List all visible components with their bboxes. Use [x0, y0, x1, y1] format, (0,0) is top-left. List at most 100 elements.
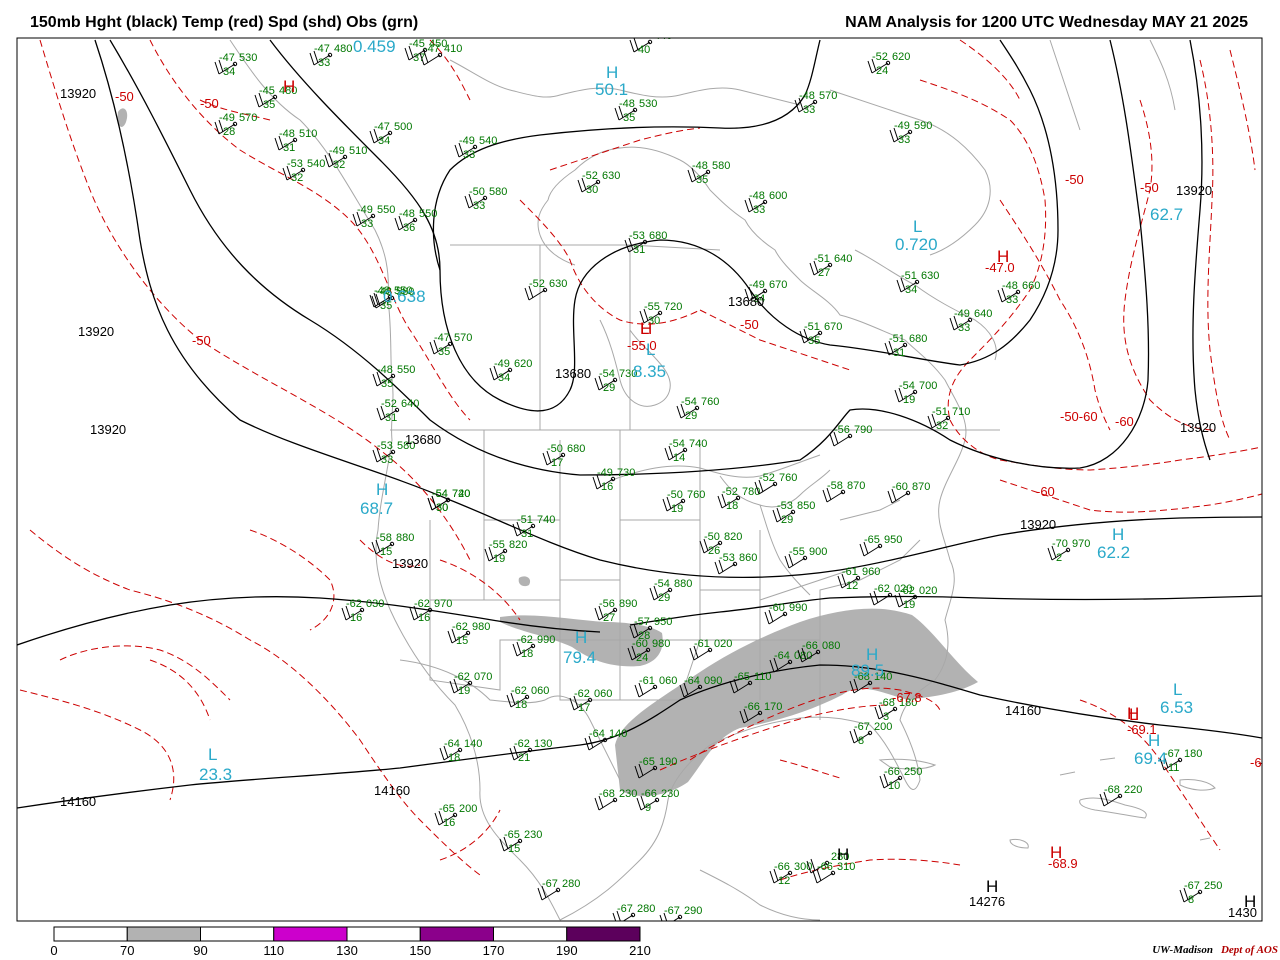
- station-plot: -48 600 33: [744, 190, 787, 216]
- station-temp: -62: [454, 671, 470, 683]
- station-temp: -48: [399, 208, 415, 220]
- center-marker-h: H: [376, 480, 388, 499]
- station-height: 440: [654, 30, 672, 42]
- station-dewpoint: 33: [958, 322, 970, 334]
- station-height: 860: [739, 552, 757, 564]
- station-plot: -55 900: [784, 546, 827, 569]
- station-temp: -49: [219, 112, 235, 124]
- station-plot: -65 230 15: [499, 829, 542, 855]
- station-temp: -52: [582, 170, 598, 182]
- station-height: 950: [884, 534, 902, 546]
- station-height: 090: [704, 675, 722, 687]
- station-plot: -54 740 14: [664, 438, 707, 464]
- station-plot: -52 760: [754, 472, 797, 495]
- center-marker-l: L: [913, 217, 922, 236]
- station-temp: -50: [667, 489, 683, 501]
- wind-barb: [718, 563, 736, 575]
- station-plot: -65 200 16: [434, 803, 477, 829]
- center-marker-h: H: [1050, 843, 1062, 862]
- colorbar-segment: [419, 926, 494, 942]
- center-marker-h: H: [606, 63, 618, 82]
- station-height: 130: [534, 738, 552, 750]
- station-height: 580: [712, 160, 730, 172]
- station-height: 900: [809, 546, 827, 558]
- station-dewpoint: 32: [936, 420, 948, 432]
- station-dewpoint: 31: [385, 412, 397, 424]
- station-plot: -48 660 33: [997, 280, 1040, 306]
- station-plot: -54 700 19: [894, 380, 937, 406]
- station-temp: -49: [894, 120, 910, 132]
- station-plot: -50 760 19: [662, 489, 705, 515]
- colorbar-label: 130: [336, 943, 358, 958]
- station-plot: -66 300 12: [769, 861, 812, 887]
- station-temp: -58: [827, 480, 843, 492]
- station-height: 230: [619, 788, 637, 800]
- temp-label: -60: [1115, 414, 1134, 429]
- station-height: 760: [687, 489, 705, 501]
- station-plot: -47 570 35: [429, 332, 472, 358]
- station-height: 740: [537, 514, 555, 526]
- station-dewpoint: 35: [808, 335, 820, 347]
- station-temp: -51: [901, 270, 917, 282]
- station-temp: -48: [692, 160, 708, 172]
- center-marker-l: L: [208, 745, 217, 764]
- station-dewpoint: 24: [876, 65, 888, 77]
- station-temp: -67: [664, 905, 680, 917]
- station-temp: -49: [954, 308, 970, 320]
- station-temp: -48: [749, 190, 765, 202]
- station-temp: -70: [1052, 538, 1068, 550]
- station-dewpoint: 31: [893, 347, 905, 359]
- station-dewpoint: 31: [633, 244, 645, 256]
- station-height: 570: [819, 90, 837, 102]
- station-dewpoint: 18: [726, 500, 738, 512]
- colorbar-label: 170: [483, 943, 505, 958]
- station-height: 630: [549, 278, 567, 290]
- station-dewpoint: 11: [1168, 762, 1179, 774]
- colorbar-segment: [566, 926, 641, 942]
- temp-label: -6: [1250, 755, 1262, 770]
- station-dewpoint: 33: [1006, 294, 1018, 306]
- station-dewpoint: 24: [636, 652, 648, 664]
- wind-barb: [816, 872, 834, 884]
- station-dewpoint: 29: [603, 382, 615, 394]
- station-temp: -55: [644, 301, 660, 313]
- station-plot: -51 680 31: [884, 333, 927, 359]
- speed-value-label: 62.7: [1150, 205, 1183, 224]
- station-temp: -47: [424, 43, 440, 55]
- station-plot: -58 870: [822, 480, 865, 503]
- station-height: 510: [299, 128, 317, 140]
- station-plot: -49 620 34: [489, 358, 532, 384]
- station-dewpoint: 19: [671, 503, 683, 515]
- station-temp: -67: [617, 903, 633, 915]
- station-dewpoint: 12: [846, 580, 858, 592]
- station-temp: -67: [1184, 880, 1200, 892]
- station-plot: -56 790: [829, 424, 872, 447]
- temp-label: -60: [1036, 484, 1055, 499]
- station-temp: -48: [1002, 280, 1018, 292]
- wind-barb: [863, 545, 881, 557]
- station-temp: -61: [842, 566, 858, 578]
- station-height: 980: [472, 621, 490, 633]
- station-plot: -49 540 33: [454, 135, 497, 161]
- station-height: 970: [434, 598, 452, 610]
- wind-barb: [598, 799, 616, 811]
- station-dewpoint: 36: [403, 222, 415, 234]
- station-height: 670: [824, 321, 842, 333]
- station-height: 280: [637, 903, 655, 915]
- station-dewpoint: 40: [638, 44, 650, 56]
- station-dewpoint: 19: [903, 394, 915, 406]
- station-plot: -47 530 34: [214, 52, 257, 78]
- station-plot: -65 950: [859, 534, 902, 557]
- station-height: 550: [397, 364, 415, 376]
- station-height: 820: [509, 539, 527, 551]
- temp-label: -50: [115, 89, 134, 104]
- station-dewpoint: 35: [438, 346, 450, 358]
- station-dewpoint: 32: [291, 172, 303, 184]
- station-height: 250: [904, 766, 922, 778]
- station-plot: -48 580 35: [687, 160, 730, 186]
- speed-value-label: 6.53: [1160, 698, 1193, 717]
- temp-label: -50-60: [1060, 409, 1098, 424]
- station-height: 590: [914, 120, 932, 132]
- station-dewpoint: 15: [456, 635, 468, 647]
- station-dewpoint: 32: [333, 159, 345, 171]
